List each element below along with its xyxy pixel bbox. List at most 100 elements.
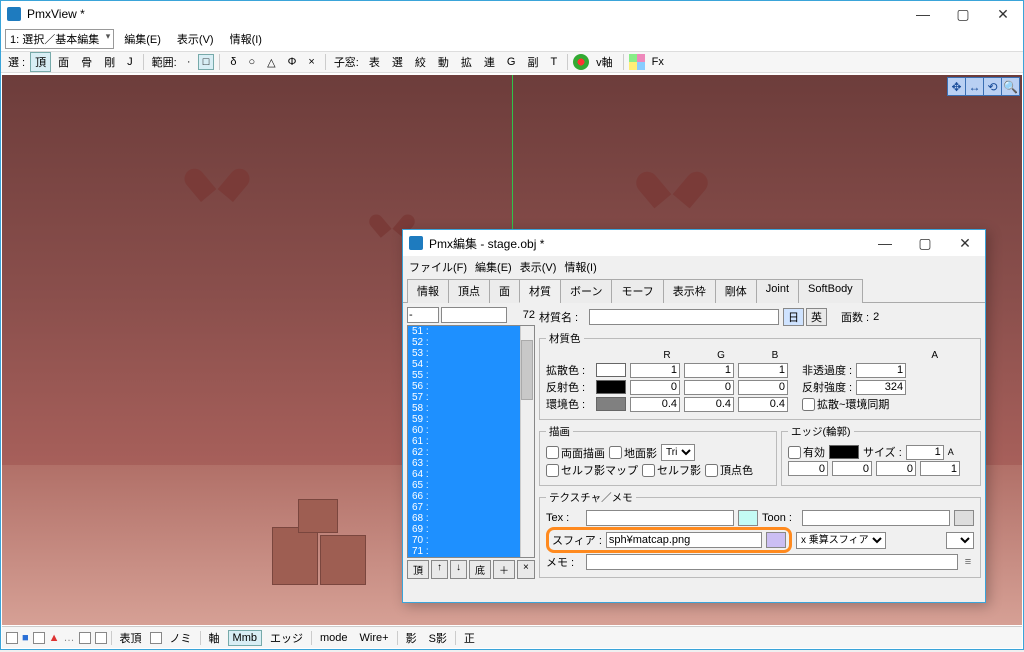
edge-a[interactable]	[920, 461, 960, 476]
status-sq3[interactable]	[79, 632, 91, 644]
edge-r[interactable]	[788, 461, 828, 476]
minimize-button[interactable]: —	[903, 1, 943, 27]
cw-1[interactable]: 選	[387, 52, 408, 72]
cb-selfshadow[interactable]: セルフ影	[642, 462, 701, 478]
list-item[interactable]: 62 :	[408, 447, 534, 458]
gizmo-zoom-icon[interactable]: 🔍	[1001, 77, 1020, 96]
list-item[interactable]: 59 :	[408, 414, 534, 425]
list-item[interactable]: 69 :	[408, 524, 534, 535]
tab-bone[interactable]: ボーン	[560, 279, 612, 303]
diffuse-g[interactable]	[684, 363, 734, 378]
memo-input[interactable]	[586, 554, 958, 570]
memo-expand-icon[interactable]: ≡	[962, 556, 974, 568]
vaxis[interactable]: v軸	[591, 52, 618, 72]
specular-r[interactable]	[630, 380, 680, 395]
sb-6[interactable]: Wire+	[356, 631, 393, 645]
sb-9[interactable]: 正	[460, 629, 479, 647]
sym-delta[interactable]: δ	[225, 54, 241, 70]
gizmo-move-icon[interactable]: ✥	[947, 77, 966, 96]
sph-mode-select[interactable]: x 乗算スフィア	[796, 532, 886, 549]
list-item[interactable]: 56 :	[408, 381, 534, 392]
child-close-button[interactable]: ✕	[945, 230, 985, 256]
sym-phi[interactable]: Φ	[283, 54, 302, 70]
sph-color-button[interactable]	[766, 532, 786, 548]
status-sq4[interactable]	[95, 632, 107, 644]
edge-b[interactable]	[876, 461, 916, 476]
cb-vertexcolor[interactable]: 頂点色	[705, 462, 753, 478]
menu-info[interactable]: 情報(I)	[224, 29, 268, 49]
sb-5[interactable]: mode	[316, 631, 352, 645]
status-sq[interactable]	[6, 632, 18, 644]
list-name-field[interactable]	[441, 307, 507, 323]
cw-2[interactable]: 絞	[410, 52, 431, 72]
ambient-g[interactable]	[684, 397, 734, 412]
tab-material[interactable]: 材質	[519, 279, 561, 303]
child-maximize-button[interactable]: ▢	[905, 230, 945, 256]
child-menu-edit[interactable]: 編集(E)	[475, 259, 512, 275]
scrollbar-thumb[interactable]	[521, 340, 533, 400]
sb-8[interactable]: S影	[425, 629, 451, 647]
range-rect[interactable]: □	[198, 54, 215, 70]
list-item[interactable]: 63 :	[408, 458, 534, 469]
scrollbar[interactable]	[520, 326, 534, 557]
sb-0[interactable]: 表頂	[116, 629, 146, 647]
cb-edge-enable[interactable]: 有効	[788, 444, 825, 460]
sb-4[interactable]: エッジ	[266, 629, 307, 647]
specular-swatch[interactable]	[596, 380, 626, 394]
sb-3[interactable]: Mmb	[228, 630, 262, 646]
sel-vertex[interactable]: 頂	[30, 52, 51, 72]
sel-face[interactable]: 面	[53, 52, 74, 72]
sym-circle[interactable]: ○	[243, 54, 260, 70]
grid-icon[interactable]	[629, 54, 645, 70]
list-bottom-button[interactable]: 底	[469, 560, 491, 579]
gizmo-rotate-icon[interactable]: ⟲	[983, 77, 1002, 96]
tex-input[interactable]	[586, 510, 734, 526]
ambient-swatch[interactable]	[596, 397, 626, 411]
sb-2[interactable]: 軸	[205, 629, 224, 647]
cw-7[interactable]: 副	[522, 52, 543, 72]
cb-selfshadowmap[interactable]: セルフ影マップ	[546, 462, 638, 478]
list-up-button[interactable]: ↑	[431, 560, 448, 579]
tab-morph[interactable]: モーフ	[611, 279, 663, 303]
list-top-button[interactable]: 頂	[407, 560, 429, 579]
cb-twoside[interactable]: 両面描画	[546, 445, 605, 461]
menu-view[interactable]: 表示(V)	[171, 29, 220, 49]
tex-color-button[interactable]	[738, 510, 758, 526]
diffuse-b[interactable]	[738, 363, 788, 378]
tab-vertex[interactable]: 頂点	[448, 279, 490, 303]
toon-color-button[interactable]	[954, 510, 974, 526]
cw-5[interactable]: 連	[479, 52, 500, 72]
edge-swatch[interactable]	[829, 445, 859, 459]
alpha-input[interactable]	[856, 363, 906, 378]
ambient-b[interactable]	[738, 397, 788, 412]
close-button[interactable]: ✕	[983, 1, 1023, 27]
cw-0[interactable]: 表	[364, 52, 385, 72]
sym-x[interactable]: ×	[303, 54, 319, 70]
sym-triangle[interactable]: △	[262, 54, 280, 71]
main-titlebar[interactable]: PmxView * — ▢ ✕	[1, 1, 1023, 27]
child-menu-info[interactable]: 情報(I)	[564, 259, 596, 275]
menu-edit[interactable]: 編集(E)	[118, 29, 167, 49]
tab-rigid[interactable]: 剛体	[715, 279, 757, 303]
tab-face[interactable]: 面	[489, 279, 520, 303]
list-item[interactable]: 70 :	[408, 535, 534, 546]
diffuse-swatch[interactable]	[596, 363, 626, 377]
list-item[interactable]: 61 :	[408, 436, 534, 447]
mode-dropdown[interactable]: 1: 選択／基本編集	[5, 29, 114, 49]
cw-8[interactable]: T	[545, 54, 562, 70]
list-item[interactable]: 51 :	[408, 326, 534, 337]
list-del-button[interactable]: ×	[517, 560, 535, 579]
list-item[interactable]: 55 :	[408, 370, 534, 381]
list-item[interactable]: 64 :	[408, 469, 534, 480]
list-add-button[interactable]: ＋	[493, 560, 515, 579]
lang-en-button[interactable]: 英	[806, 308, 827, 326]
cw-6[interactable]: G	[502, 54, 521, 70]
tab-display[interactable]: 表示枠	[663, 279, 716, 303]
list-item[interactable]: 66 :	[408, 491, 534, 502]
shininess-input[interactable]	[856, 380, 906, 395]
ambient-r[interactable]	[630, 397, 680, 412]
list-item[interactable]: 60 :	[408, 425, 534, 436]
tab-joint[interactable]: Joint	[756, 279, 799, 303]
sb-1[interactable]: ノミ	[166, 629, 196, 647]
status-blue[interactable]: ■	[22, 632, 29, 644]
